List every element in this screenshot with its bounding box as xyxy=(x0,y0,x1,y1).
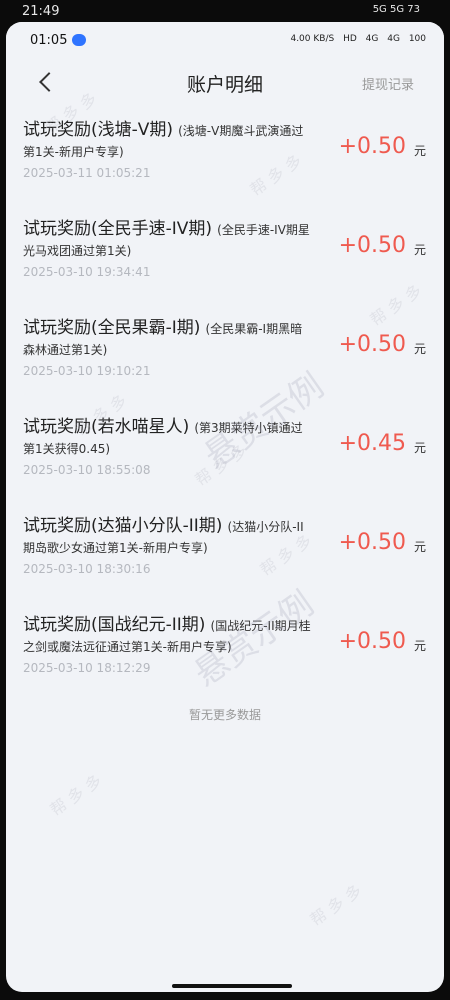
list-item[interactable]: 试玩奖励(全民果霸-I期) (全民果霸-I期黑暗森林通过第1关) 2025-03… xyxy=(6,310,444,409)
amount-unit: 元 xyxy=(413,540,426,554)
record-title: 试玩奖励(全民手速-IV期) xyxy=(23,219,213,239)
signal-4g-2: 4G xyxy=(387,34,400,44)
record-text: 试玩奖励(达猫小分队-II期) (达猫小分队-II期岛歌少女通过第1关-新用户专… xyxy=(23,516,311,558)
status-bar: 01:05 4.00 KB/S HD 4G 4G 100 xyxy=(6,22,444,58)
page-header: 账户明细 提现记录 xyxy=(6,58,444,112)
record-amount: +0.50 xyxy=(338,530,406,555)
list-item[interactable]: 试玩奖励(达猫小分队-II期) (达猫小分队-II期岛歌少女通过第1关-新用户专… xyxy=(6,508,444,607)
record-date: 2025-03-11 01:05:21 xyxy=(23,166,151,180)
record-list: 试玩奖励(浅塘-V期) (浅塘-V期魔斗武演通过第1关-新用户专享) 2025-… xyxy=(6,112,444,706)
watermark-small: 帮 多 多 xyxy=(306,880,366,930)
battery-icon: 100 xyxy=(408,34,426,44)
outer-time: 21:49 xyxy=(22,4,60,19)
record-text: 试玩奖励(全民手速-IV期) (全民手速-IV期星光马戏团通过第1关) xyxy=(23,219,311,261)
record-text: 试玩奖励(全民果霸-I期) (全民果霸-I期黑暗森林通过第1关) xyxy=(23,318,311,360)
amount-unit: 元 xyxy=(413,342,426,356)
record-date: 2025-03-10 19:10:21 xyxy=(23,364,151,378)
hd-badge: HD xyxy=(343,34,357,44)
home-indicator[interactable] xyxy=(172,984,292,988)
withdraw-records-link[interactable]: 提现记录 xyxy=(362,74,414,93)
record-text: 试玩奖励(若水喵星人) (第3期莱特小镇通过第1关获得0.45) xyxy=(23,417,311,459)
record-amount: +0.50 xyxy=(338,332,406,357)
record-title: 试玩奖励(达猫小分队-II期) xyxy=(23,516,223,536)
notification-dot-icon xyxy=(72,34,86,46)
app-screen: 01:05 4.00 KB/S HD 4G 4G 100 账户明细 提现记录 试… xyxy=(6,22,444,992)
record-amount: +0.45 xyxy=(338,431,406,456)
record-amount: +0.50 xyxy=(338,134,406,159)
list-item[interactable]: 试玩奖励(全民手速-IV期) (全民手速-IV期星光马戏团通过第1关) 2025… xyxy=(6,211,444,310)
list-item[interactable]: 试玩奖励(浅塘-V期) (浅塘-V期魔斗武演通过第1关-新用户专享) 2025-… xyxy=(6,112,444,211)
list-item[interactable]: 试玩奖励(若水喵星人) (第3期莱特小镇通过第1关获得0.45) 2025-03… xyxy=(6,409,444,508)
no-more-data-text: 暂无更多数据 xyxy=(188,708,261,722)
amount-unit: 元 xyxy=(413,144,426,158)
record-amount: +0.50 xyxy=(338,233,406,258)
record-title: 试玩奖励(国战纪元-II期) xyxy=(23,615,206,635)
record-date: 2025-03-10 18:12:29 xyxy=(23,661,151,675)
watermark-small: 帮 多 多 xyxy=(46,770,106,820)
outer-network-info: 5G 5G 73 xyxy=(372,4,420,15)
record-date: 2025-03-10 18:30:16 xyxy=(23,562,151,576)
network-speed: 4.00 KB/S xyxy=(290,34,335,44)
record-date: 2025-03-10 19:34:41 xyxy=(23,265,151,279)
record-title: 试玩奖励(全民果霸-I期) xyxy=(23,318,201,338)
amount-unit: 元 xyxy=(413,441,426,455)
record-amount: +0.50 xyxy=(338,629,406,654)
list-item[interactable]: 试玩奖励(国战纪元-II期) (国战纪元-II期月桂之剑或魔法远征通过第1关-新… xyxy=(6,607,444,706)
signal-4g-1: 4G xyxy=(365,34,379,44)
record-text: 试玩奖励(国战纪元-II期) (国战纪元-II期月桂之剑或魔法远征通过第1关-新… xyxy=(23,615,311,657)
amount-unit: 元 xyxy=(413,639,426,653)
status-right: 4.00 KB/S HD 4G 4G 100 xyxy=(284,34,426,44)
record-title: 试玩奖励(若水喵星人) xyxy=(23,417,190,437)
amount-unit: 元 xyxy=(413,243,426,257)
record-date: 2025-03-10 18:55:08 xyxy=(23,463,151,477)
record-title: 试玩奖励(浅塘-V期) xyxy=(23,120,174,140)
record-text: 试玩奖励(浅塘-V期) (浅塘-V期魔斗武演通过第1关-新用户专享) xyxy=(23,120,311,162)
status-time: 01:05 xyxy=(30,33,68,48)
